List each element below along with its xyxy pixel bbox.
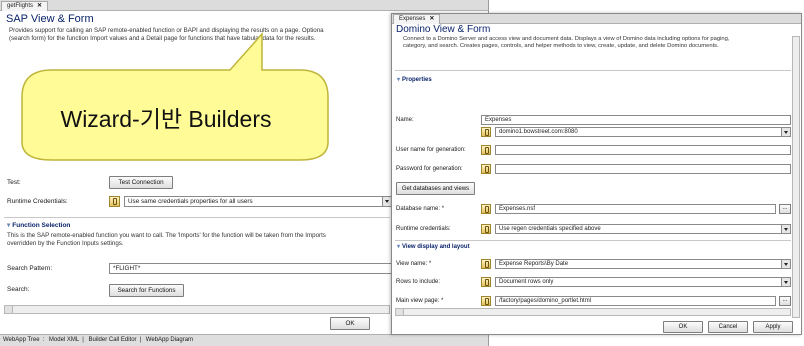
callout-bubble [21, 32, 329, 161]
callout-text: Wizard-기반 Builders [60, 106, 272, 132]
callout-shape [21, 32, 329, 161]
